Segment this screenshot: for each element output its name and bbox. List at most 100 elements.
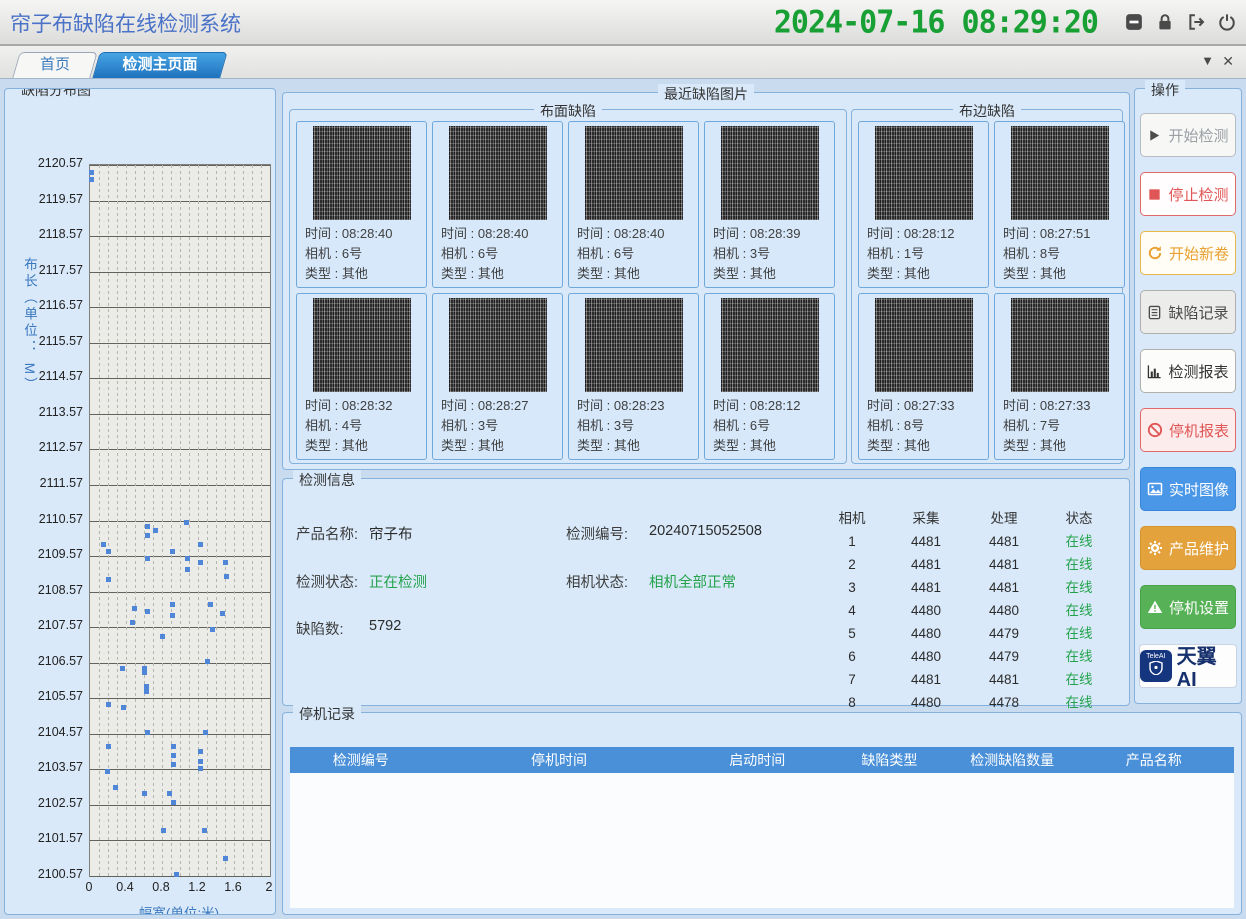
recent-defect-images-panel: 最近缺陷图片 布面缺陷 时间 : 08:28:40相机 : 6号类型 : 其他时… (282, 92, 1130, 470)
camera-table-header: 状态 (1043, 507, 1115, 530)
defect-type: 类型 : 其他 (995, 264, 1124, 284)
data-point (89, 177, 94, 182)
defect-time: 时间 : 08:28:39 (705, 224, 834, 244)
data-point (161, 828, 166, 833)
shutdown-table-header-row: 检测编号停机时间启动时间缺陷类型检测缺陷数量产品名称 (290, 747, 1234, 773)
shutdown-column-header: 启动时间 (686, 750, 828, 770)
panel-title: 操作 (1145, 80, 1185, 100)
product-name-value: 帘子布 (369, 523, 413, 544)
v-gridline (225, 165, 226, 876)
start-new-roll-button[interactable]: 开始新卷 (1140, 231, 1236, 275)
chevron-down-icon[interactable]: ▼ (1201, 53, 1214, 69)
live-image-button[interactable]: 实时图像 (1140, 467, 1236, 511)
camera-table-cell: 4481 (887, 576, 965, 599)
camera-online-status: 在线 (1043, 691, 1115, 714)
power-icon[interactable] (1218, 13, 1236, 31)
data-point (144, 684, 149, 689)
defect-card[interactable]: 时间 : 08:28:39相机 : 3号类型 : 其他 (704, 121, 835, 288)
product-maintenance-button[interactable]: 产品维护 (1140, 526, 1236, 570)
main-content: 缺陷分布图 布长（单位： M） 2120.572119.572118.57211… (0, 79, 1246, 919)
camera-online-status: 在线 (1043, 645, 1115, 668)
defect-time: 时间 : 08:27:33 (995, 396, 1124, 416)
defect-records-button[interactable]: 缺陷记录 (1140, 290, 1236, 334)
lock-icon[interactable] (1156, 13, 1174, 31)
defect-card[interactable]: 时间 : 08:27:33相机 : 8号类型 : 其他 (858, 293, 989, 460)
defect-camera: 相机 : 7号 (995, 416, 1124, 436)
data-point (142, 670, 147, 675)
stop-detection-button[interactable]: 停止检测 (1140, 172, 1236, 216)
shutdown-settings-button[interactable]: 停机设置 (1140, 585, 1236, 629)
defect-count-label: 缺陷数: (296, 618, 344, 639)
tab-home[interactable]: 首页 (16, 52, 94, 78)
defect-card[interactable]: 时间 : 08:28:27相机 : 3号类型 : 其他 (432, 293, 563, 460)
defect-card[interactable]: 时间 : 08:28:12相机 : 6号类型 : 其他 (704, 293, 835, 460)
detection-report-button[interactable]: 检测报表 (1140, 349, 1236, 393)
defect-card-grid: 时间 : 08:28:40相机 : 6号类型 : 其他时间 : 08:28:40… (296, 121, 835, 460)
defect-image (1011, 298, 1109, 392)
y-tick-label: 2103.57 (5, 760, 83, 774)
camera-online-status: 在线 (1043, 622, 1115, 645)
camera-table-cell: 2 (817, 553, 887, 576)
v-gridline (234, 165, 235, 876)
tab-detection-main[interactable]: 检测主页面 (96, 52, 224, 78)
y-tick-label: 2113.57 (5, 405, 83, 419)
camera-status-value: 相机全部正常 (649, 571, 736, 592)
defect-image (721, 298, 819, 392)
start-detection-button[interactable]: 开始检测 (1140, 113, 1236, 157)
data-point (145, 609, 150, 614)
defect-type: 类型 : 其他 (705, 436, 834, 456)
defect-image (875, 298, 973, 392)
shutdown-column-header: 检测缺陷数量 (951, 750, 1074, 770)
defect-camera: 相机 : 6号 (433, 244, 562, 264)
data-point (113, 785, 118, 790)
x-tick-label: 2 (266, 880, 273, 894)
defect-card[interactable]: 时间 : 08:28:40相机 : 6号类型 : 其他 (568, 121, 699, 288)
camera-status-table: 相机采集处理状态144814481在线244814481在线344814481在… (817, 507, 1115, 714)
y-tick-label: 2120.57 (5, 156, 83, 170)
camera-table-cell: 8 (817, 691, 887, 714)
defect-card[interactable]: 时间 : 08:28:23相机 : 3号类型 : 其他 (568, 293, 699, 460)
defect-image (313, 298, 411, 392)
defect-card[interactable]: 时间 : 08:27:33相机 : 7号类型 : 其他 (994, 293, 1125, 460)
defect-card[interactable]: 时间 : 08:28:12相机 : 1号类型 : 其他 (858, 121, 989, 288)
y-tick-label: 2117.57 (5, 263, 83, 277)
defect-time: 时间 : 08:27:51 (995, 224, 1124, 244)
camera-table-cell: 4480 (887, 599, 965, 622)
defect-card[interactable]: 时间 : 08:28:40相机 : 6号类型 : 其他 (432, 121, 563, 288)
panel-title: 缺陷分布图 (15, 88, 97, 100)
defect-camera: 相机 : 6号 (297, 244, 426, 264)
defect-card[interactable]: 时间 : 08:28:32相机 : 4号类型 : 其他 (296, 293, 427, 460)
v-gridline (144, 165, 145, 876)
camera-online-status: 在线 (1043, 668, 1115, 691)
x-tick-label: 0.8 (152, 880, 169, 894)
y-tick-label: 2104.57 (5, 725, 83, 739)
scatter-plot[interactable] (89, 164, 271, 877)
camera-online-status: 在线 (1043, 553, 1115, 576)
defect-card[interactable]: 时间 : 08:27:51相机 : 8号类型 : 其他 (994, 121, 1125, 288)
detection-id-value: 20240715052508 (649, 523, 762, 539)
bar-chart-icon (1147, 364, 1162, 379)
x-axis-title: 幅宽(单位:米) (89, 902, 269, 915)
close-icon[interactable]: ✕ (1222, 53, 1234, 69)
defect-time: 时间 : 08:28:40 (569, 224, 698, 244)
defect-image (585, 298, 683, 392)
data-point (120, 666, 125, 671)
v-gridline (153, 165, 154, 876)
camera-table-cell: 4481 (887, 668, 965, 691)
shutdown-records-panel: 停机记录 检测编号停机时间启动时间缺陷类型检测缺陷数量产品名称 (282, 712, 1242, 915)
y-tick-label: 2106.57 (5, 654, 83, 668)
defect-image (585, 126, 683, 220)
data-point (132, 606, 137, 611)
data-point (205, 659, 210, 664)
defect-time: 时间 : 08:28:27 (433, 396, 562, 416)
shutdown-table-body[interactable] (290, 773, 1234, 908)
edge-defects-group: 布边缺陷 时间 : 08:28:12相机 : 1号类型 : 其他时间 : 08:… (851, 109, 1123, 464)
minimize-icon[interactable] (1125, 13, 1143, 31)
y-tick-label: 2107.57 (5, 618, 83, 632)
defect-camera: 相机 : 3号 (705, 244, 834, 264)
y-tick-label: 2119.57 (5, 192, 83, 206)
defect-count-value: 5792 (369, 618, 401, 634)
shutdown-report-button[interactable]: 停机报表 (1140, 408, 1236, 452)
logout-icon[interactable] (1187, 13, 1205, 31)
defect-card[interactable]: 时间 : 08:28:40相机 : 6号类型 : 其他 (296, 121, 427, 288)
